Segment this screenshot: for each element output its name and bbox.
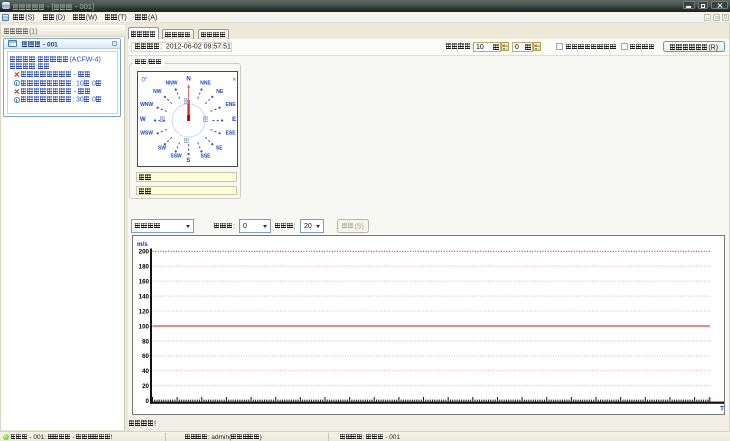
svg-text:NE: NE <box>216 88 224 94</box>
svg-text:0°: 0° <box>141 76 147 83</box>
svg-text:80: 80 <box>142 338 149 345</box>
svg-text:ESE: ESE <box>225 130 236 136</box>
svg-text:NNE: NNE <box>200 80 211 86</box>
svg-text:E: E <box>232 116 236 123</box>
svg-text:N: N <box>186 75 191 82</box>
svg-text:SW: SW <box>157 145 165 151</box>
svg-text:S: S <box>186 157 190 164</box>
svg-text:40: 40 <box>142 368 149 375</box>
svg-text:m/s: m/s <box>137 241 148 248</box>
svg-text:WSW: WSW <box>140 130 153 136</box>
svg-text:W: W <box>139 116 145 123</box>
svg-text:20: 20 <box>142 383 149 390</box>
svg-text:×: × <box>232 77 236 83</box>
svg-text:160: 160 <box>139 279 150 286</box>
svg-text:SE: SE <box>215 145 222 151</box>
svg-text:WNW: WNW <box>140 101 153 107</box>
svg-text:180: 180 <box>139 264 150 271</box>
svg-text:0: 0 <box>146 398 150 405</box>
svg-text:140: 140 <box>139 294 150 301</box>
svg-text:SSE: SSE <box>200 153 211 159</box>
svg-text:NNW: NNW <box>165 80 177 86</box>
svg-text:100: 100 <box>139 323 150 330</box>
svg-text:120: 120 <box>139 308 150 315</box>
svg-text:NW: NW <box>153 88 162 94</box>
svg-text:200: 200 <box>139 249 150 256</box>
svg-text:T: T <box>720 406 724 413</box>
svg-text:60: 60 <box>142 353 149 360</box>
svg-text:SSW: SSW <box>170 153 182 159</box>
svg-text:ENE: ENE <box>225 101 236 107</box>
